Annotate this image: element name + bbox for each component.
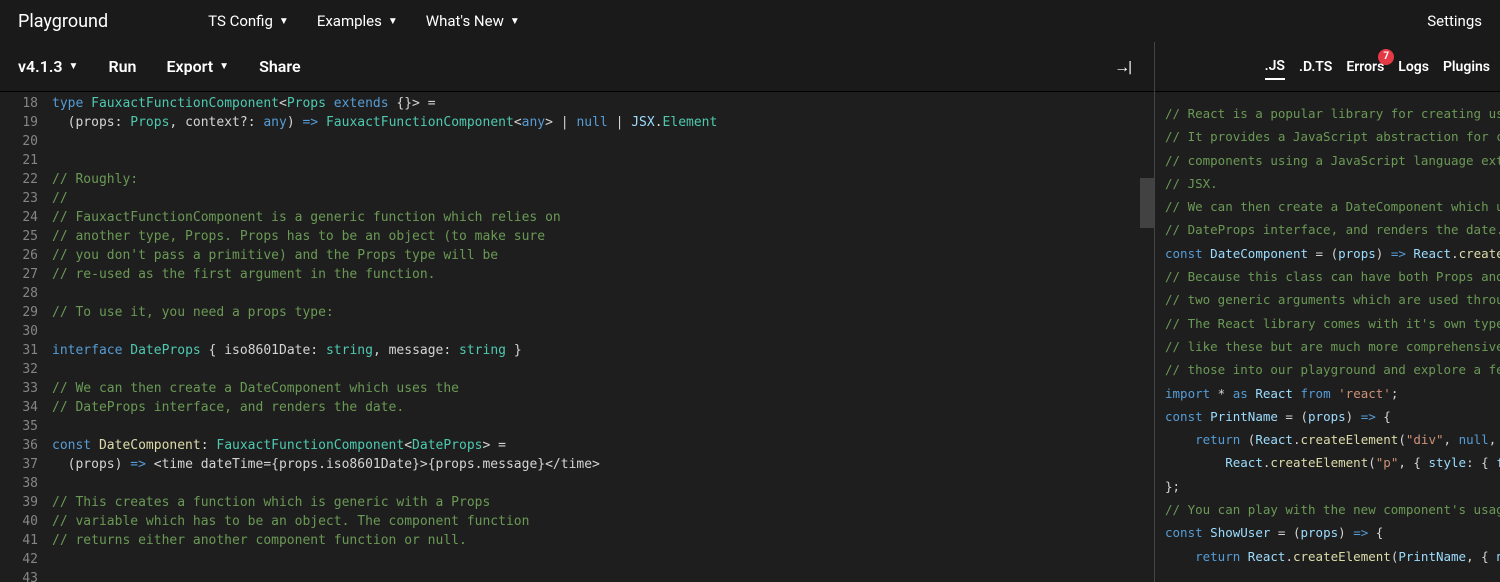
nav-tsconfig[interactable]: TS Config ▼: [208, 12, 289, 30]
run-button[interactable]: Run: [108, 57, 136, 76]
output-line: };: [1165, 475, 1500, 498]
tab-js-label: .JS: [1265, 58, 1285, 74]
code-line[interactable]: // you don't pass a primitive) and the P…: [52, 246, 1154, 265]
output-line: const PrintName = (props) => {: [1165, 405, 1500, 428]
tab-js[interactable]: .JS: [1265, 54, 1285, 80]
tab-dts[interactable]: .D.TS: [1299, 55, 1332, 79]
tab-errors[interactable]: Errors 7: [1346, 55, 1384, 79]
code-line[interactable]: // re-used as the first argument in the …: [52, 265, 1154, 284]
code-line[interactable]: [52, 569, 1154, 582]
code-line[interactable]: interface DateProps { iso8601Date: strin…: [52, 341, 1154, 360]
output-line: // Because this class can have both Prop…: [1165, 265, 1500, 288]
nav-settings[interactable]: Settings: [1427, 12, 1482, 30]
code-area[interactable]: type FauxactFunctionComponent<Props exte…: [52, 94, 1154, 582]
version-label: v4.1.3: [18, 57, 63, 76]
share-button[interactable]: Share: [259, 57, 301, 76]
nav-whatsnew[interactable]: What's New ▼: [426, 12, 520, 30]
output-line: // React is a popular library for creati…: [1165, 102, 1500, 125]
output-line: // two generic arguments which are used …: [1165, 288, 1500, 311]
output-tabs: .JS .D.TS Errors 7 Logs Plugins: [1155, 42, 1500, 92]
chevron-down-icon: ▼: [388, 16, 398, 27]
output-line: // those into our playground and explore…: [1165, 358, 1500, 381]
content-split: v4.1.3 ▼ Run Export ▼ Share →| 181920212…: [0, 42, 1500, 582]
code-line[interactable]: [52, 151, 1154, 170]
code-line[interactable]: // FauxactFunctionComponent is a generic…: [52, 208, 1154, 227]
right-pane: .JS .D.TS Errors 7 Logs Plugins // React…: [1155, 42, 1500, 582]
nav-whatsnew-label: What's New: [426, 12, 504, 30]
output-line: // like these but are much more comprehe…: [1165, 335, 1500, 358]
code-line[interactable]: // DateProps interface, and renders the …: [52, 398, 1154, 417]
share-label: Share: [259, 57, 301, 76]
tab-logs-label: Logs: [1398, 59, 1429, 75]
code-line[interactable]: const DateComponent: FauxactFunctionComp…: [52, 436, 1154, 455]
chevron-down-icon: ▼: [69, 61, 79, 72]
code-line[interactable]: [52, 550, 1154, 569]
code-line[interactable]: // This creates a function which is gene…: [52, 493, 1154, 512]
output-line: // We can then create a DateComponent wh…: [1165, 195, 1500, 218]
scrollbar-thumb[interactable]: [1140, 178, 1154, 228]
code-line[interactable]: [52, 322, 1154, 341]
line-number-gutter: 1819202122232425262728293031323334353637…: [0, 94, 52, 582]
run-label: Run: [108, 57, 136, 76]
tab-dts-label: .D.TS: [1299, 59, 1332, 75]
output-line: const ShowUser = (props) => {: [1165, 521, 1500, 544]
output-line: // DateProps interface, and renders the …: [1165, 218, 1500, 241]
code-line[interactable]: (props) => <time dateTime={props.iso8601…: [52, 455, 1154, 474]
code-line[interactable]: type FauxactFunctionComponent<Props exte…: [52, 94, 1154, 113]
code-line[interactable]: [52, 417, 1154, 436]
code-line[interactable]: [52, 132, 1154, 151]
output-line: return React.createElement(PrintName, { …: [1165, 545, 1500, 568]
code-line[interactable]: // another type, Props. Props has to be …: [52, 227, 1154, 246]
output-line: // JSX.: [1165, 172, 1500, 195]
code-line[interactable]: // variable which has to be an object. T…: [52, 512, 1154, 531]
top-nav: Playground TS Config ▼ Examples ▼ What's…: [0, 0, 1500, 42]
code-line[interactable]: // To use it, you need a props type:: [52, 303, 1154, 322]
tab-plugins[interactable]: Plugins: [1443, 55, 1490, 79]
editor-toolbar: v4.1.3 ▼ Run Export ▼ Share →|: [0, 42, 1154, 92]
output-line: React.createElement("p", { style: { fon: [1165, 451, 1500, 474]
code-line[interactable]: // returns either another component func…: [52, 531, 1154, 550]
code-line[interactable]: //: [52, 189, 1154, 208]
output-line: return (React.createElement("div", null,: [1165, 428, 1500, 451]
version-selector[interactable]: v4.1.3 ▼: [18, 57, 78, 76]
nav-examples-label: Examples: [317, 12, 382, 30]
output-line: import * as React from 'react';: [1165, 382, 1500, 405]
code-line[interactable]: // Roughly:: [52, 170, 1154, 189]
export-label: Export: [166, 57, 213, 76]
chevron-down-icon: ▼: [279, 16, 289, 27]
nav-examples[interactable]: Examples ▼: [317, 12, 398, 30]
output-line: // You can play with the new component's…: [1165, 498, 1500, 521]
code-editor[interactable]: 1819202122232425262728293031323334353637…: [0, 92, 1154, 582]
output-line: // components using a JavaScript languag…: [1165, 149, 1500, 172]
code-line[interactable]: [52, 284, 1154, 303]
editor-scrollbar[interactable]: [1140, 92, 1154, 582]
chevron-down-icon: ▼: [219, 61, 229, 72]
code-line[interactable]: (props: Props, context?: any) => Fauxact…: [52, 113, 1154, 132]
errors-badge: 7: [1378, 49, 1394, 65]
brand-title: Playground: [18, 11, 108, 32]
chevron-down-icon: ▼: [510, 16, 520, 27]
tab-logs[interactable]: Logs: [1398, 55, 1429, 79]
export-button[interactable]: Export ▼: [166, 57, 229, 76]
code-line[interactable]: // We can then create a DateComponent wh…: [52, 379, 1154, 398]
nav-tsconfig-label: TS Config: [208, 12, 273, 30]
code-line[interactable]: [52, 474, 1154, 493]
output-line: // It provides a JavaScript abstraction …: [1165, 125, 1500, 148]
js-output[interactable]: // React is a popular library for creati…: [1155, 92, 1500, 582]
output-line: const DateComponent = (props) => React.c…: [1165, 242, 1500, 265]
arrow-right-icon[interactable]: →|: [1114, 57, 1130, 77]
code-line[interactable]: [52, 360, 1154, 379]
tab-plugins-label: Plugins: [1443, 59, 1490, 75]
output-line: // The React library comes with it's own…: [1165, 312, 1500, 335]
left-pane: v4.1.3 ▼ Run Export ▼ Share →| 181920212…: [0, 42, 1155, 582]
